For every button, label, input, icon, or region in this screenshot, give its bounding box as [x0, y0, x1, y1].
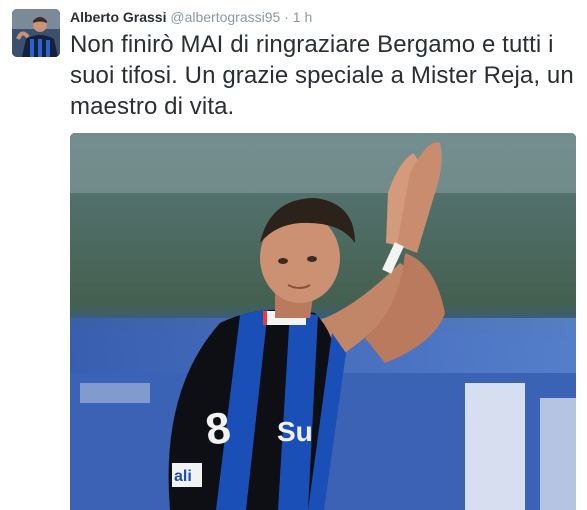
author-avatar[interactable] — [12, 9, 60, 57]
shirt-sponsor-text: Su — [277, 416, 313, 447]
avatar-image — [12, 9, 60, 57]
photo-image: 8 ali Su — [70, 133, 576, 510]
tweet-header: Alberto Grassi @albertograssi95 · 1 h — [70, 8, 312, 26]
author-name[interactable]: Alberto Grassi — [70, 9, 166, 25]
author-handle[interactable]: @albertograssi95 — [170, 9, 280, 25]
tweet-timestamp[interactable]: 1 h — [293, 9, 312, 25]
shirt-text-left: ali — [174, 468, 192, 485]
tweet-text: Non finirò MAI di ringraziare Bergamo e … — [70, 31, 574, 120]
meta-separator: · — [280, 9, 293, 25]
tweet-photo[interactable]: 8 ali Su — [70, 133, 576, 510]
